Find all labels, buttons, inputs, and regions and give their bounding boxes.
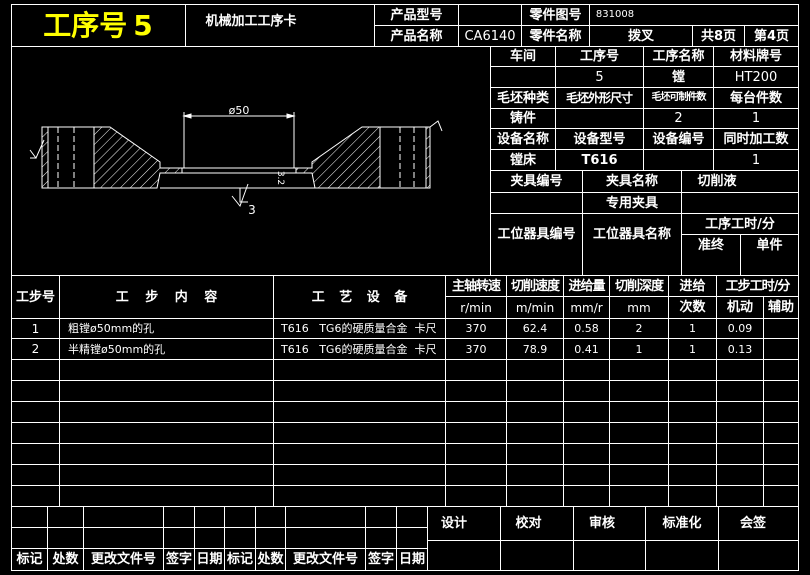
row1-aux-time: [764, 319, 798, 338]
simultaneous-label: 同时加工数: [723, 131, 789, 147]
mark-label-1: 标记: [16, 552, 43, 567]
signature-label-1: 签字: [165, 552, 192, 567]
row2-passes: 1: [689, 342, 696, 356]
row2-depth: 1: [635, 342, 643, 356]
feed-unit: mm/r: [570, 300, 603, 315]
blank-type-value: 铸件: [509, 111, 536, 126]
equip-name-label: 设备名称: [496, 131, 549, 147]
passes-header-top: 进给: [679, 279, 706, 294]
standard-label: 标准化: [662, 516, 702, 531]
row2-equipment: T616 TG6的硬质量合金 卡尺: [281, 342, 437, 356]
aux-time-header: 辅助: [767, 300, 794, 315]
count-label-2: 处数: [257, 552, 284, 567]
diameter-dimension: ø50: [228, 103, 250, 117]
parts-per-blank-value: 2: [674, 111, 683, 126]
row1-equipment: T616 TG6的硬质量合金 卡尺: [281, 322, 437, 335]
mark-label-2: 标记: [226, 552, 253, 567]
station-tool-name-label: 工位器具名称: [592, 226, 671, 242]
design-label: 设计: [440, 516, 467, 531]
material-label: 材料牌号: [729, 49, 782, 64]
page-number: 第4页: [753, 28, 790, 44]
part-name-value: 拨叉: [627, 28, 654, 44]
step-time-header: 工步工时/分: [725, 279, 791, 294]
material-value: HT200: [734, 69, 778, 85]
simultaneous-value: 1: [751, 152, 761, 168]
date-label-1: 日期: [196, 552, 223, 567]
machine-time-header: 机动: [726, 300, 753, 315]
info-op-no-value: 5: [595, 69, 604, 85]
row2-step-no: 2: [31, 342, 40, 356]
process-card: ø50 3.2 3 工序号 5 机械加工工序卡 产品型号 零件图号 831008…: [0, 0, 810, 575]
cut-speed-unit: m/min: [515, 300, 555, 315]
change-doc-label-1: 更改文件号: [90, 552, 156, 567]
op-number-value: 5: [133, 9, 153, 42]
product-model-label: 产品型号: [390, 7, 443, 23]
equip-model-value: T616: [581, 152, 618, 168]
op-time-label: 工序工时/分: [705, 216, 775, 232]
unit-time-label: 单件: [756, 237, 783, 253]
row2-feed: 0.41: [574, 342, 599, 356]
row2-machine-time: 0.13: [727, 342, 753, 356]
row2-spindle: 370: [465, 342, 487, 356]
part-section-drawing: [29, 112, 443, 208]
row1-content: 粗镗ø50mm的孔: [68, 322, 155, 335]
parts-per-unit-value: 1: [751, 111, 761, 126]
total-pages: 共8页: [700, 28, 737, 44]
equip-model-label: 设备型号: [573, 131, 626, 147]
row1-step-no: 1: [31, 321, 40, 336]
step-no-header: 工步号: [15, 289, 55, 305]
parts-per-unit-label: 每台件数: [729, 90, 782, 106]
row1-passes: 1: [689, 322, 696, 335]
parts-per-blank-label: 毛坯可制件数: [651, 92, 707, 103]
row2-aux-time: [764, 339, 798, 359]
op-number-label: 工序号: [43, 9, 128, 42]
sign-label: 会签: [739, 516, 766, 531]
row1-depth: 2: [635, 322, 643, 335]
part-drawing-label: 零件图号: [529, 7, 582, 23]
station-tool-no-label: 工位器具编号: [497, 226, 576, 242]
fixture-no-label: 夹具编号: [510, 174, 563, 189]
equip-no-label: 设备编号: [652, 131, 705, 147]
row1-speed: 62.4: [522, 322, 548, 335]
roughness-label-a: 3.2: [275, 170, 286, 186]
spindle-header: 主轴转速: [451, 279, 501, 294]
step-content-header: 工 步 内 容: [115, 289, 218, 305]
fixture-name-label: 夹具名称: [605, 174, 658, 189]
row2-content: 半精镗ø50mm的孔: [68, 342, 166, 356]
product-name-value: CA6140: [464, 28, 516, 44]
blank-size-label: 毛坯外形尺寸: [565, 91, 633, 105]
op-name-value: 镗: [671, 69, 685, 85]
row1-feed: 0.58: [574, 322, 599, 335]
signature-label-2: 签字: [367, 552, 394, 567]
blank-type-label: 毛坯种类: [496, 90, 549, 106]
op-number-title: 工序号 5: [13, 8, 183, 44]
row1-machine-time: 0.09: [727, 322, 753, 335]
spindle-unit: r/min: [460, 300, 492, 315]
card-title: 机械加工工序卡: [205, 13, 297, 29]
equip-name-value: 镗床: [509, 152, 536, 168]
info-op-no-label: 工序号: [579, 49, 619, 64]
depth-unit: mm: [627, 300, 651, 315]
roughness-label-b: 3: [248, 203, 256, 217]
check-label: 校对: [515, 516, 542, 531]
row2-speed: 78.9: [522, 342, 548, 356]
depth-header: 切削深度: [614, 279, 664, 294]
part-drawing-value: 831008: [595, 9, 635, 20]
row1-spindle: 370: [465, 322, 487, 335]
change-doc-label-2: 更改文件号: [292, 552, 358, 567]
feed-header: 进给量: [568, 279, 605, 294]
fixture-name-value: 专用夹具: [605, 195, 658, 211]
op-name-label: 工序名称: [652, 49, 705, 64]
coolant-label: 切削液: [697, 174, 737, 189]
cut-speed-header: 切削速度: [510, 279, 560, 294]
equipment-header: 工 艺 设 备: [311, 289, 408, 305]
date-label-2: 日期: [398, 552, 425, 567]
passes-header-bottom: 次数: [679, 300, 706, 315]
prep-time-label: 准终: [697, 237, 724, 253]
product-name-label: 产品名称: [390, 28, 443, 44]
part-name-label: 零件名称: [529, 28, 582, 44]
review-label: 审核: [588, 516, 615, 531]
count-label-1: 处数: [52, 552, 79, 567]
workshop-label: 车间: [509, 49, 536, 64]
